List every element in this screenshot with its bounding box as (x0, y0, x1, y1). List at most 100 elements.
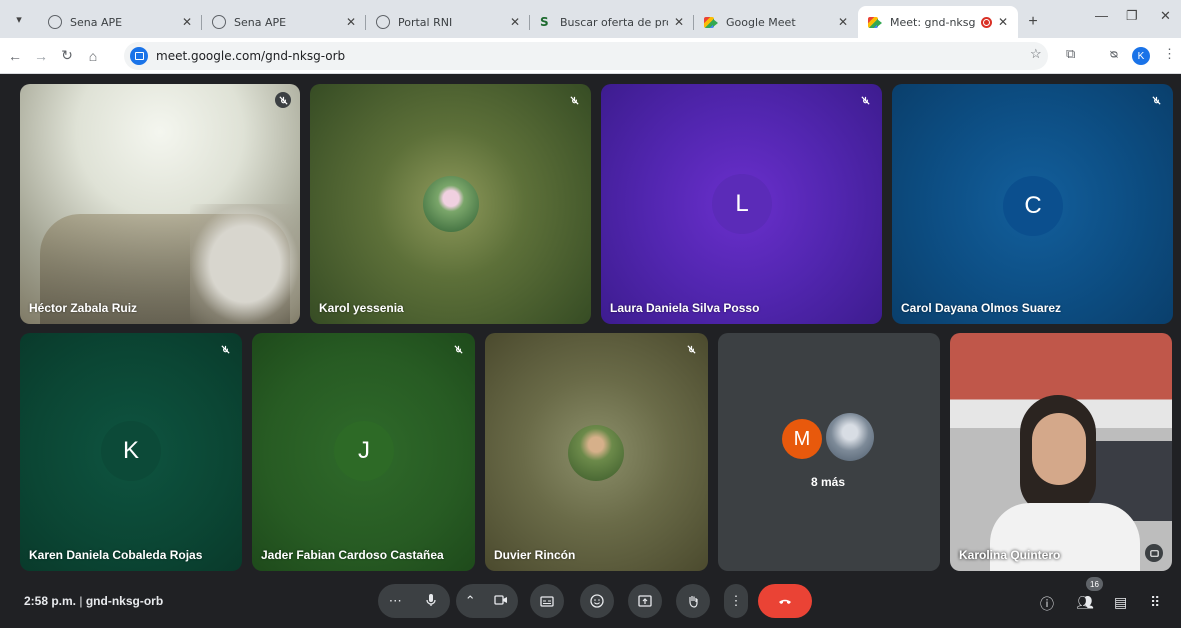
tab-title: Meet: gnd-nksg-orb (890, 15, 975, 29)
leave-call-button[interactable] (758, 584, 812, 618)
participant-tile[interactable]: Héctor Zabala Ruiz (20, 84, 300, 324)
home-icon[interactable]: ⌂ (82, 48, 104, 64)
more-participants-tile[interactable]: M 8 más (718, 333, 940, 571)
tab-title: Google Meet (726, 15, 796, 29)
participant-tile[interactable]: Karol yessenia (310, 84, 591, 324)
video-options-icon[interactable]: ⌃ (465, 593, 476, 609)
present-screen-button[interactable] (628, 584, 662, 618)
participant-tile[interactable]: L Laura Daniela Silva Posso (601, 84, 882, 324)
site-info-icon[interactable] (130, 47, 148, 65)
participant-tile[interactable]: Duvier Rincón (485, 333, 708, 571)
browser-tab[interactable]: S Buscar oferta de programa ✕ (530, 6, 694, 38)
captions-button[interactable] (530, 584, 564, 618)
participant-name: Laura Daniela Silva Posso (610, 301, 760, 315)
browser-menu-icon[interactable]: ⋮ (1163, 46, 1176, 62)
minimize-icon[interactable]: — (1095, 8, 1108, 23)
raise-hand-button[interactable] (676, 584, 710, 618)
participant-tile[interactable]: J Jader Fabian Cardoso Castañea (252, 333, 475, 571)
mic-muted-icon (566, 92, 582, 108)
globe-icon (48, 15, 62, 29)
participant-avatar: M (782, 419, 822, 459)
mic-muted-icon (275, 92, 291, 108)
mic-muted-icon (1148, 92, 1164, 108)
participant-avatar: L (712, 174, 772, 234)
extensions-icon[interactable]: ⧉ (1066, 46, 1075, 62)
browser-tab[interactable]: Sena APE ✕ (202, 6, 366, 38)
browser-tab[interactable]: Google Meet ✕ (694, 6, 858, 38)
participant-name: Karol yessenia (319, 301, 404, 315)
reload-icon[interactable]: ↻ (56, 47, 78, 64)
microphone-button[interactable] (423, 592, 439, 611)
audio-control-group: ⋯ (378, 584, 450, 618)
globe-icon (212, 15, 226, 29)
chat-icon[interactable]: ▤ (1114, 594, 1127, 611)
copilot-icon[interactable]: ᴓ (1110, 46, 1118, 61)
tab-title: Portal RNI (398, 15, 453, 29)
browser-tab[interactable]: Sena APE ✕ (38, 6, 202, 38)
tab-title: Sena APE (70, 15, 123, 29)
close-tab-icon[interactable]: ✕ (182, 15, 192, 29)
close-tab-icon[interactable]: ✕ (346, 15, 356, 29)
participant-tile[interactable]: K Karen Daniela Cobaleda Rojas (20, 333, 242, 571)
participant-name: Duvier Rincón (494, 548, 576, 562)
participant-name: Karen Daniela Cobaleda Rojas (29, 548, 203, 562)
close-window-icon[interactable]: ✕ (1160, 8, 1171, 24)
self-view-options-icon[interactable] (1145, 544, 1163, 562)
self-video-tile[interactable]: Karolina Quintero (950, 333, 1172, 571)
activities-icon[interactable]: ⠿ (1150, 594, 1160, 611)
participant-avatar (826, 413, 874, 461)
new-tab-button[interactable]: + (1018, 6, 1048, 38)
google-meet-icon (868, 16, 882, 28)
meeting-code: gnd-nksg-orb (85, 594, 164, 608)
participant-avatar (423, 176, 479, 232)
participant-avatar: C (1003, 176, 1063, 236)
participant-name: Héctor Zabala Ruiz (29, 301, 138, 315)
meeting-info: 2:58 p.m. | gnd-nksg-orb (24, 594, 163, 608)
url-text: meet.google.com/gnd-nksg-orb (156, 49, 346, 63)
close-tab-icon[interactable]: ✕ (674, 15, 684, 29)
participant-avatar: K (101, 421, 161, 481)
tab-title: Buscar oferta de programa (560, 15, 668, 29)
mic-muted-icon (857, 92, 873, 108)
profile-initial: K (1132, 47, 1150, 65)
globe-icon (376, 15, 390, 29)
tab-search-dropdown[interactable]: ▾ (0, 0, 38, 38)
mic-muted-icon (217, 341, 233, 357)
video-figure (190, 204, 300, 324)
bookmark-star-icon[interactable]: ☆ (1030, 46, 1042, 62)
audio-options-icon[interactable]: ⋯ (389, 593, 402, 609)
back-icon[interactable]: ← (4, 48, 26, 64)
forward-icon[interactable]: → (30, 48, 52, 64)
close-tab-icon[interactable]: ✕ (998, 15, 1008, 29)
meeting-time: 2:58 p.m. (24, 594, 77, 608)
participant-tile[interactable]: C Carol Dayana Olmos Suarez (892, 84, 1173, 324)
google-meet-icon (704, 16, 718, 28)
close-tab-icon[interactable]: ✕ (838, 15, 848, 29)
reactions-button[interactable] (580, 584, 614, 618)
people-icon[interactable]: 👥︎ (1076, 594, 1094, 611)
close-tab-icon[interactable]: ✕ (510, 15, 520, 29)
browser-tab-active[interactable]: Meet: gnd-nksg-orb ✕ (858, 6, 1018, 38)
participant-avatar: J (334, 421, 394, 481)
participant-name: Carol Dayana Olmos Suarez (901, 301, 1062, 315)
profile-avatar[interactable]: K (1132, 47, 1150, 65)
camera-button[interactable] (493, 592, 509, 611)
meeting-control-bar: 2:58 p.m. | gnd-nksg-orb ⋯ ⌃ ⋮ ⓘ 👥︎ ▤ ⠿ (0, 576, 1181, 628)
tab-title: Sena APE (234, 15, 287, 29)
sofia-plus-icon: S (540, 15, 549, 29)
more-participants-label: 8 más (811, 475, 846, 489)
more-options-button[interactable]: ⋮ (724, 584, 748, 618)
url-input[interactable]: meet.google.com/gnd-nksg-orb (124, 42, 1048, 70)
video-control-group: ⌃ (456, 584, 518, 618)
video-figure (1032, 413, 1086, 485)
mic-muted-icon (683, 341, 699, 357)
browser-tab[interactable]: Portal RNI ✕ (366, 6, 530, 38)
restore-icon[interactable]: ❐ (1126, 8, 1138, 24)
browser-tab-bar: ▾ Sena APE ✕ Sena APE ✕ Portal RNI ✕ S B… (0, 0, 1181, 38)
mic-muted-icon (450, 341, 466, 357)
participant-avatar (568, 425, 624, 481)
participant-name: Jader Fabian Cardoso Castañea (261, 548, 444, 562)
participant-count-badge: 16 (1086, 577, 1103, 591)
meeting-details-icon[interactable]: ⓘ (1040, 594, 1054, 614)
participant-name: Karolina Quintero (959, 548, 1061, 562)
